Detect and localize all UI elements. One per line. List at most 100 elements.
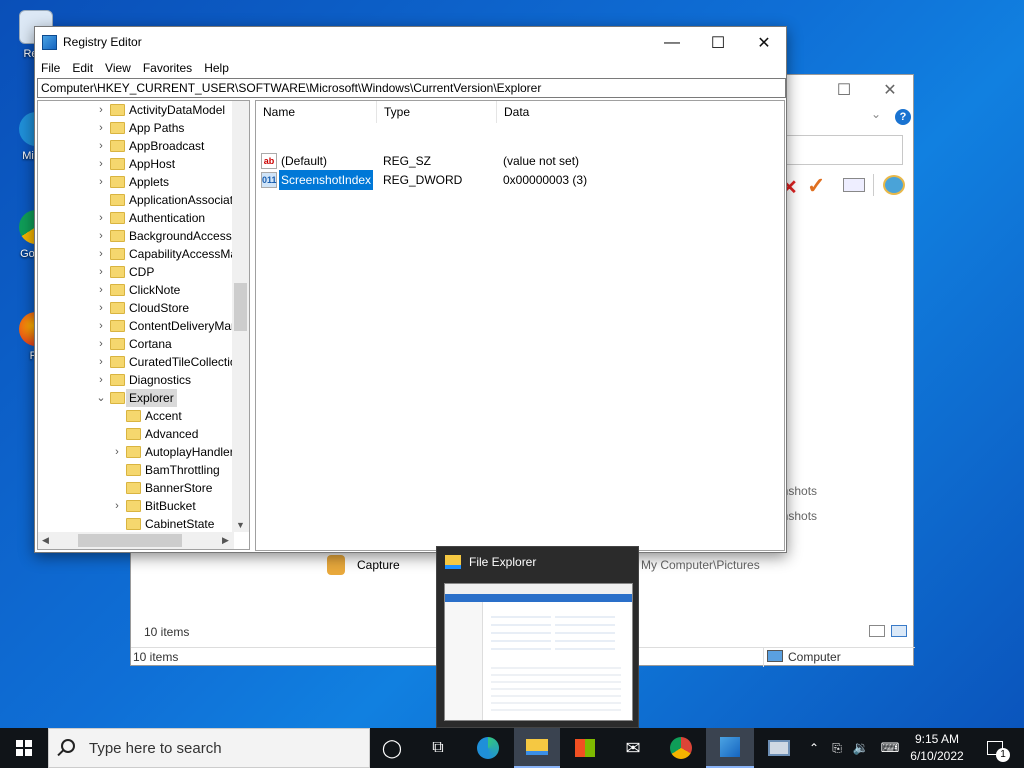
globe-icon[interactable]	[883, 175, 905, 195]
tree-item[interactable]: CabinetState	[38, 515, 234, 533]
volume-icon[interactable]: 🔉	[850, 728, 872, 768]
help-icon[interactable]: ?	[895, 109, 911, 125]
maximize-icon[interactable]: ☐	[821, 75, 867, 105]
tree-item[interactable]: › CuratedTileCollectio	[38, 353, 236, 371]
taskbar-clock[interactable]: 9:15 AM 6/10/2022	[906, 731, 968, 765]
chevron-right-icon[interactable]: ›	[112, 443, 122, 461]
tree-item[interactable]: › App Paths	[38, 119, 234, 137]
cortana-button[interactable]: ◯	[372, 728, 412, 768]
chevron-right-icon[interactable]: ›	[96, 173, 106, 191]
scroll-right-icon[interactable]: ▶	[222, 535, 229, 546]
tree-item[interactable]: Advanced	[38, 425, 234, 443]
chevron-right-icon[interactable]: ›	[96, 371, 106, 389]
search-placeholder: Type here to search	[89, 740, 222, 757]
maximize-button[interactable]: ☐	[695, 27, 741, 58]
chevron-right-icon[interactable]: ›	[96, 281, 106, 299]
chevron-right-icon[interactable]: ›	[96, 335, 106, 353]
network-icon[interactable]: ⎘	[826, 728, 848, 768]
tree-item[interactable]: › ActivityDataModel	[38, 101, 234, 119]
mail-taskbar-icon[interactable]: ✉	[610, 728, 656, 768]
chevron-right-icon[interactable]: ›	[96, 299, 106, 317]
regedit-taskbar-icon[interactable]	[706, 728, 754, 768]
task-view-icon[interactable]: ⧉	[418, 728, 458, 768]
chevron-right-icon[interactable]: ›	[96, 245, 106, 263]
folder-icon	[110, 140, 125, 152]
chevron-right-icon[interactable]: ›	[112, 497, 122, 515]
column-header-data[interactable]: Data	[497, 101, 786, 123]
search-icon	[61, 739, 75, 753]
check-icon[interactable]: ✓	[807, 173, 825, 199]
taskbar-thumbnail-preview[interactable]: File Explorer	[436, 546, 639, 728]
store-taskbar-icon[interactable]	[562, 728, 608, 768]
tree-item[interactable]: BannerStore	[38, 479, 234, 497]
value-row[interactable]: 011 ScreenshotIndex REG_DWORD 0x00000003…	[256, 170, 784, 190]
chevron-up-icon[interactable]: ⌃	[806, 728, 822, 768]
start-button[interactable]	[0, 728, 48, 768]
tree-item[interactable]: › AppHost	[38, 155, 234, 173]
tree-item[interactable]: › Cortana	[38, 335, 234, 353]
file-explorer-taskbar-icon[interactable]	[514, 728, 560, 768]
chevron-right-icon[interactable]: ›	[96, 119, 106, 137]
scroll-down-icon[interactable]: ▼	[236, 520, 245, 530]
menu-help[interactable]: Help	[204, 58, 229, 78]
tree-item[interactable]: › CloudStore	[38, 299, 234, 317]
menu-file[interactable]: File	[41, 58, 60, 78]
large-icons-view-icon[interactable]	[891, 625, 907, 637]
tree-item[interactable]: › CDP	[38, 263, 234, 281]
column-header-type[interactable]: Type	[377, 101, 497, 123]
chevron-right-icon[interactable]: ›	[96, 353, 106, 371]
minimize-button[interactable]: —	[649, 27, 695, 58]
value-name-selected: ScreenshotIndex	[279, 170, 374, 190]
folder-icon	[126, 446, 141, 458]
menu-edit[interactable]: Edit	[72, 58, 93, 78]
tree-item-label: CloudStore	[129, 301, 190, 315]
close-icon[interactable]: ✕	[867, 75, 913, 105]
tree-vertical-scrollbar[interactable]: ▼	[232, 101, 249, 532]
tree-item[interactable]: ApplicationAssociati	[38, 191, 236, 209]
tree-item[interactable]: › ClickNote	[38, 281, 234, 299]
tree-item[interactable]: › Applets	[38, 173, 234, 191]
menu-favorites[interactable]: Favorites	[143, 58, 192, 78]
chevron-down-icon[interactable]: ⌄	[871, 107, 881, 121]
tree-horizontal-scrollbar[interactable]: ◀ ▶	[38, 532, 234, 549]
value-row[interactable]: ab (Default) REG_SZ (value not set)	[256, 151, 784, 171]
tree-item[interactable]: › Authentication	[38, 209, 234, 227]
chevron-down-icon[interactable]: ⌄	[96, 389, 106, 407]
notification-center-button[interactable]: 1	[978, 728, 1012, 768]
tree-item[interactable]: › BackgroundAccessA	[38, 227, 240, 245]
tree-item[interactable]: BamThrottling	[38, 461, 234, 479]
chevron-right-icon[interactable]: ›	[96, 155, 106, 173]
tree-item[interactable]: › AppBroadcast	[38, 137, 234, 155]
remote-desktop-taskbar-icon[interactable]	[756, 728, 802, 768]
address-bar[interactable]: Computer\HKEY_CURRENT_USER\SOFTWARE\Micr…	[37, 78, 786, 98]
tree-item[interactable]: › Diagnostics	[38, 371, 234, 389]
scrollbar-thumb[interactable]	[78, 534, 182, 547]
edge-taskbar-icon[interactable]	[466, 728, 510, 768]
tree-item[interactable]: › BitBucket	[38, 497, 234, 515]
capture-label[interactable]: Capture	[357, 558, 400, 572]
close-button[interactable]: ✕	[741, 27, 787, 58]
column-header-name[interactable]: Name	[256, 101, 377, 123]
taskbar-search-box[interactable]: Type here to search	[48, 728, 370, 768]
scrollbar-thumb[interactable]	[234, 283, 247, 331]
tree-item[interactable]: › CapabilityAccessMa	[38, 245, 237, 263]
search-input[interactable]	[779, 135, 903, 165]
details-view-icon[interactable]	[869, 625, 885, 637]
tree-item-label: AutoplayHandler	[145, 445, 234, 459]
keyboard-icon[interactable]: ⌨	[876, 728, 904, 768]
chevron-right-icon[interactable]: ›	[96, 317, 106, 335]
chevron-right-icon[interactable]: ›	[96, 137, 106, 155]
menu-view[interactable]: View	[105, 58, 131, 78]
chevron-right-icon[interactable]: ›	[96, 227, 106, 245]
scroll-left-icon[interactable]: ◀	[42, 535, 49, 546]
chrome-taskbar-icon[interactable]	[658, 728, 704, 768]
title-bar[interactable]: Registry Editor — ☐ ✕	[35, 27, 786, 58]
tree-item[interactable]: Accent	[38, 407, 234, 425]
tree-item[interactable]: › ContentDeliveryMan	[38, 317, 238, 335]
tree-item[interactable]: › AutoplayHandler	[38, 443, 234, 461]
chevron-right-icon[interactable]: ›	[96, 209, 106, 227]
envelope-icon[interactable]	[843, 178, 865, 192]
chevron-right-icon[interactable]: ›	[96, 101, 106, 119]
chevron-right-icon[interactable]: ›	[96, 263, 106, 281]
tree-item[interactable]: ⌄ Explorer	[38, 389, 234, 407]
